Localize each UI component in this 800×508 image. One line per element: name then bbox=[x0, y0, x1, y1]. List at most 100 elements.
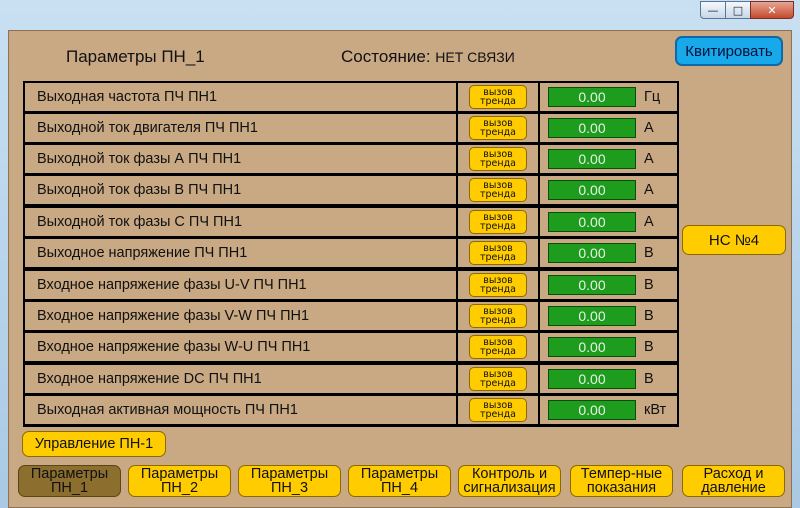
ns4-button[interactable]: НС №4 bbox=[682, 225, 786, 255]
acknowledge-button[interactable]: Квитировать bbox=[675, 36, 783, 66]
parameter-unit: В bbox=[644, 339, 654, 355]
value-cell: 0.00 А bbox=[540, 114, 677, 142]
parameter-label: Выходная частота ПЧ ПН1 bbox=[25, 83, 456, 111]
trend-button[interactable]: вызов тренда bbox=[469, 116, 527, 140]
parameter-value: 0.00 bbox=[548, 369, 636, 389]
table-row: Выходное напряжение ПЧ ПН1 вызов тренда 0.0… bbox=[23, 239, 679, 267]
status-value: НЕТ СВЯЗИ bbox=[435, 49, 515, 65]
nav-button-line1: Параметры bbox=[140, 466, 219, 482]
parameter-unit: А bbox=[644, 214, 654, 230]
value-cell: 0.00 В bbox=[540, 365, 677, 393]
table-row: Выходной ток фазы В ПЧ ПН1 вызов тренда 0.0… bbox=[23, 176, 679, 204]
parameter-label: Входное напряжение фазы V-W ПЧ ПН1 bbox=[25, 302, 456, 330]
trend-button-line2: тренда bbox=[479, 409, 516, 420]
table-row: Входное напряжение фазы U-V ПЧ ПН1 вызов т… bbox=[23, 271, 679, 299]
table-row: Выходной ток двигателя ПЧ ПН1 вызов тренда… bbox=[23, 114, 679, 142]
nav-button-5[interactable]: Контроль и сигнализация bbox=[458, 465, 561, 497]
trend-button[interactable]: вызов тренда bbox=[469, 147, 527, 171]
trend-cell: вызов тренда bbox=[458, 302, 538, 330]
parameter-value: 0.00 bbox=[548, 87, 636, 107]
nav-button-line2: давление bbox=[701, 480, 766, 496]
value-cell: 0.00 А bbox=[540, 176, 677, 204]
trend-button[interactable]: вызов тренда bbox=[469, 241, 527, 265]
value-cell: 0.00 В bbox=[540, 302, 677, 330]
nav-button-7[interactable]: Расход и давление bbox=[682, 465, 785, 497]
trend-cell: вызов тренда bbox=[458, 83, 538, 111]
trend-button-line2: тренда bbox=[479, 221, 516, 232]
parameter-unit: А bbox=[644, 120, 654, 136]
nav-button-line2: сигнализация bbox=[463, 480, 556, 496]
parameter-value: 0.00 bbox=[548, 149, 636, 169]
control-pn1-button[interactable]: Управление ПН-1 bbox=[22, 431, 166, 457]
nav-button-3[interactable]: Параметры ПН_3 bbox=[238, 465, 341, 497]
parameter-label: Выходное напряжение ПЧ ПН1 bbox=[25, 239, 456, 267]
parameter-value: 0.00 bbox=[548, 180, 636, 200]
trend-button[interactable]: вызов тренда bbox=[469, 304, 527, 328]
value-cell: 0.00 В bbox=[540, 239, 677, 267]
trend-button[interactable]: вызов тренда bbox=[469, 273, 527, 297]
parameter-unit: кВт bbox=[644, 402, 667, 418]
trend-button-line2: тренда bbox=[479, 96, 516, 107]
parameters-table: Выходная частота ПЧ ПН1 вызов тренда 0.00 Гц… bbox=[23, 81, 679, 427]
parameter-label: Выходной ток фазы А ПЧ ПН1 bbox=[25, 145, 456, 173]
trend-button[interactable]: вызов тренда bbox=[469, 335, 527, 359]
nav-button-1[interactable]: Параметры ПН_1 bbox=[18, 465, 121, 497]
table-row: Входное напряжение фазы V-W ПЧ ПН1 вызов т… bbox=[23, 302, 679, 330]
trend-button[interactable]: вызов тренда bbox=[469, 398, 527, 422]
maximize-button[interactable]: □ bbox=[725, 1, 751, 19]
trend-button-line2: тренда bbox=[479, 346, 516, 357]
table-row: Входное напряжение фазы W-U ПЧ ПН1 вызов т… bbox=[23, 333, 679, 361]
parameter-value: 0.00 bbox=[548, 243, 636, 263]
trend-button[interactable]: вызов тренда bbox=[469, 210, 527, 234]
trend-button-line2: тренда bbox=[479, 315, 516, 326]
parameter-value: 0.00 bbox=[548, 337, 636, 357]
parameter-unit: А bbox=[644, 182, 654, 198]
nav-button-line1: Параметры bbox=[30, 466, 109, 482]
close-button[interactable]: ✕ bbox=[750, 1, 794, 19]
nav-button-line1: Параметры bbox=[360, 466, 439, 482]
parameter-value: 0.00 bbox=[548, 400, 636, 420]
parameter-label: Входное напряжение фазы U-V ПЧ ПН1 bbox=[25, 271, 456, 299]
value-cell: 0.00 В bbox=[540, 333, 677, 361]
nav-button-line2: ПН_4 bbox=[380, 480, 419, 496]
parameter-unit: А bbox=[644, 151, 654, 167]
nav-button-line1: Контроль и bbox=[471, 466, 548, 482]
parameter-label: Выходной ток фазы В ПЧ ПН1 bbox=[25, 176, 456, 204]
parameter-label: Выходной ток фазы С ПЧ ПН1 bbox=[25, 208, 456, 236]
page-title: Параметры ПН_1 bbox=[66, 47, 205, 66]
parameter-value: 0.00 bbox=[548, 118, 636, 138]
nav-button-6[interactable]: Темпер-ные показания bbox=[570, 465, 673, 497]
connection-status: Состояние: НЕТ СВЯЗИ bbox=[341, 47, 515, 67]
trend-button-line2: тренда bbox=[479, 158, 516, 169]
value-cell: 0.00 В bbox=[540, 271, 677, 299]
nav-button-line2: ПН_2 bbox=[160, 480, 199, 496]
parameter-label: Входное напряжение фазы W-U ПЧ ПН1 bbox=[25, 333, 456, 361]
trend-cell: вызов тренда bbox=[458, 365, 538, 393]
nav-button-4[interactable]: Параметры ПН_4 bbox=[348, 465, 451, 497]
trend-button-line2: тренда bbox=[479, 284, 516, 295]
parameter-unit: В bbox=[644, 308, 654, 324]
minimize-button[interactable]: — bbox=[700, 1, 726, 19]
trend-button[interactable]: вызов тренда bbox=[469, 85, 527, 109]
window-frame: — □ ✕ Параметры ПН_1 Состояние: НЕТ СВЯЗ… bbox=[0, 0, 800, 508]
client-area: Параметры ПН_1 Состояние: НЕТ СВЯЗИ Квит… bbox=[8, 30, 792, 508]
nav-button-line1: Расход и bbox=[703, 466, 764, 482]
parameter-unit: В bbox=[644, 371, 654, 387]
trend-button[interactable]: вызов тренда bbox=[469, 178, 527, 202]
bottom-navigation: Параметры ПН_1 Параметры ПН_2 Параметры ПН_3 П… bbox=[13, 465, 789, 501]
table-row: Выходной ток фазы А ПЧ ПН1 вызов тренда 0.0… bbox=[23, 145, 679, 173]
parameter-unit: Гц bbox=[644, 89, 661, 105]
trend-button-line2: тренда bbox=[479, 189, 516, 200]
trend-button-line2: тренда bbox=[479, 127, 516, 138]
parameter-unit: В bbox=[644, 277, 654, 293]
parameter-label: Выходной ток двигателя ПЧ ПН1 bbox=[25, 114, 456, 142]
window-controls: — □ ✕ bbox=[700, 1, 794, 19]
trend-button[interactable]: вызов тренда bbox=[469, 367, 527, 391]
parameter-unit: В bbox=[644, 245, 654, 261]
value-cell: 0.00 кВт bbox=[540, 396, 677, 424]
value-cell: 0.00 А bbox=[540, 208, 677, 236]
nav-button-2[interactable]: Параметры ПН_2 bbox=[128, 465, 231, 497]
value-cell: 0.00 Гц bbox=[540, 83, 677, 111]
parameter-label: Входное напряжение DC ПЧ ПН1 bbox=[25, 365, 456, 393]
trend-button-line2: тренда bbox=[479, 378, 516, 389]
